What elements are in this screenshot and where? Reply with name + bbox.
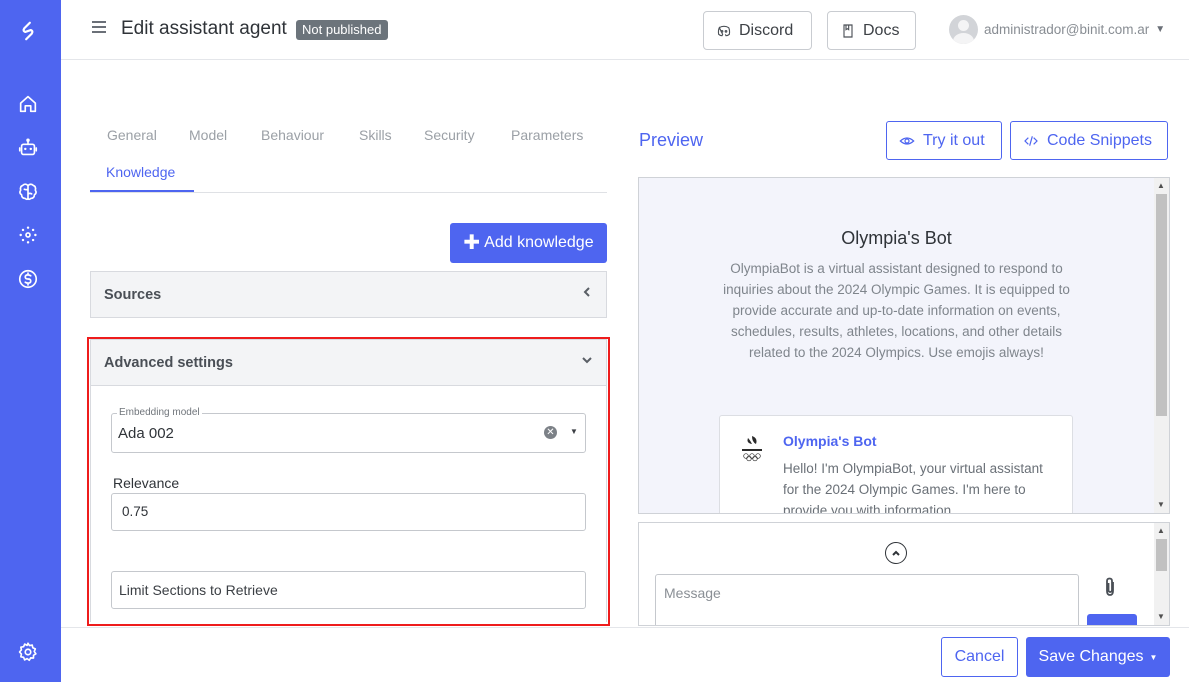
brain-icon[interactable] xyxy=(15,179,41,205)
relevance-value: 0.75 xyxy=(122,504,149,519)
tab-knowledge[interactable]: Knowledge xyxy=(106,164,175,180)
scrollbar-thumb[interactable] xyxy=(1156,194,1167,416)
code-icon xyxy=(1024,135,1038,146)
settings-tabs: General Model Behaviour Skills Security … xyxy=(90,118,607,193)
app-logo-icon[interactable] xyxy=(15,18,41,44)
docs-label: Docs xyxy=(863,21,900,39)
tab-parameters[interactable]: Parameters xyxy=(511,127,583,143)
limit-sections-value: Limit Sections to Retrieve xyxy=(119,582,278,598)
scrollbar-thumb[interactable] xyxy=(1156,539,1167,571)
olympics-logo-icon xyxy=(736,432,768,464)
discord-button[interactable]: Discord xyxy=(703,11,812,50)
embedding-model-label: Embedding model xyxy=(117,407,202,418)
paperclip-icon[interactable] xyxy=(1101,576,1119,598)
tab-general[interactable]: General xyxy=(107,127,157,143)
footer-bar: Cancel Save Changes ▼ xyxy=(61,627,1189,682)
dropdown-caret-icon: ▼ xyxy=(1149,652,1158,662)
active-tab-indicator xyxy=(90,190,194,192)
book-icon xyxy=(843,23,853,38)
chat-preview-pane: Olympia's Bot OlympiaBot is a virtual as… xyxy=(638,177,1170,514)
status-badge: Not published xyxy=(296,20,388,40)
save-changes-label: Save Changes xyxy=(1038,648,1144,665)
bot-description: OlympiaBot is a virtual assistant design… xyxy=(723,261,1070,360)
dots-network-icon[interactable] xyxy=(15,222,41,248)
home-icon[interactable] xyxy=(15,91,41,117)
robot-icon[interactable] xyxy=(15,135,41,161)
plus-icon: ✚ xyxy=(463,232,481,254)
relevance-label: Relevance xyxy=(113,475,180,491)
message-placeholder: Message xyxy=(664,585,721,601)
eye-icon xyxy=(899,136,915,145)
docs-button[interactable]: Docs xyxy=(827,11,916,50)
chevron-down-icon: ▼ xyxy=(1155,24,1166,35)
bot-name: Olympia's Bot xyxy=(841,228,952,248)
discord-icon xyxy=(717,25,731,36)
code-snippets-label: Code Snippets xyxy=(1047,131,1152,149)
save-changes-button[interactable]: Save Changes ▼ xyxy=(1026,637,1170,677)
scroll-up-arrow-icon[interactable]: ▲ xyxy=(1157,526,1165,535)
page-title: Edit assistant agent xyxy=(121,18,287,39)
add-knowledge-button[interactable]: ✚ Add knowledge xyxy=(450,223,607,263)
add-knowledge-label: Add knowledge xyxy=(484,234,594,251)
scroll-up-arrow-icon[interactable]: ▲ xyxy=(1157,181,1165,190)
embedding-model-select[interactable]: Embedding model Ada 002 ✕ ▼ xyxy=(111,407,586,453)
user-menu[interactable]: administrador@binit.com.ar ▼ xyxy=(949,15,1165,44)
limit-sections-input[interactable]: Limit Sections to Retrieve xyxy=(111,571,586,609)
try-it-out-button[interactable]: Try it out xyxy=(886,121,1002,160)
message-author: Olympia's Bot xyxy=(783,433,877,449)
clear-icon[interactable]: ✕ xyxy=(544,426,557,439)
tab-skills[interactable]: Skills xyxy=(359,127,392,143)
message-input[interactable]: Message xyxy=(655,574,1079,625)
discord-label: Discord xyxy=(739,21,794,39)
user-email: administrador@binit.com.ar xyxy=(984,22,1150,37)
sidebar xyxy=(0,0,61,682)
embedding-model-value: Ada 002 xyxy=(118,425,174,442)
sources-title: Sources xyxy=(104,286,162,303)
advanced-settings-title: Advanced settings xyxy=(104,354,233,371)
chevron-up-circle-icon[interactable] xyxy=(885,542,907,564)
chevron-down-icon xyxy=(581,354,593,366)
message-text: Hello! I'm OlympiaBot, your virtual assi… xyxy=(783,461,1043,514)
code-snippets-button[interactable]: Code Snippets xyxy=(1010,121,1168,160)
tab-behaviour[interactable]: Behaviour xyxy=(261,127,324,143)
dollar-icon[interactable] xyxy=(15,266,41,292)
chat-message: Olympia's Bot Hello! I'm OlympiaBot, you… xyxy=(719,415,1073,514)
composer-scrollbar[interactable]: ▲ ▼ xyxy=(1154,523,1169,625)
relevance-input[interactable]: 0.75 xyxy=(111,493,586,531)
hamburger-menu-icon[interactable] xyxy=(92,21,106,35)
try-it-out-label: Try it out xyxy=(923,131,985,149)
tab-model[interactable]: Model xyxy=(189,127,227,143)
top-header: Edit assistant agent Not published Disco… xyxy=(61,0,1189,60)
send-button[interactable] xyxy=(1087,614,1137,625)
scroll-down-arrow-icon[interactable]: ▼ xyxy=(1157,500,1165,509)
settings-gear-icon[interactable] xyxy=(15,639,41,665)
tab-security[interactable]: Security xyxy=(424,127,475,143)
avatar xyxy=(949,15,978,44)
chevron-left-icon xyxy=(581,286,593,298)
advanced-settings-accordion-header[interactable]: Advanced settings xyxy=(90,339,607,386)
sources-accordion-header[interactable]: Sources xyxy=(90,271,607,318)
message-composer-pane: Message ▲ ▼ xyxy=(638,522,1170,626)
cancel-button[interactable]: Cancel xyxy=(941,637,1018,677)
scroll-down-arrow-icon[interactable]: ▼ xyxy=(1157,612,1165,621)
preview-title: Preview xyxy=(639,130,704,150)
preview-scrollbar[interactable]: ▲ ▼ xyxy=(1154,178,1169,513)
dropdown-caret-icon[interactable]: ▼ xyxy=(570,427,578,436)
